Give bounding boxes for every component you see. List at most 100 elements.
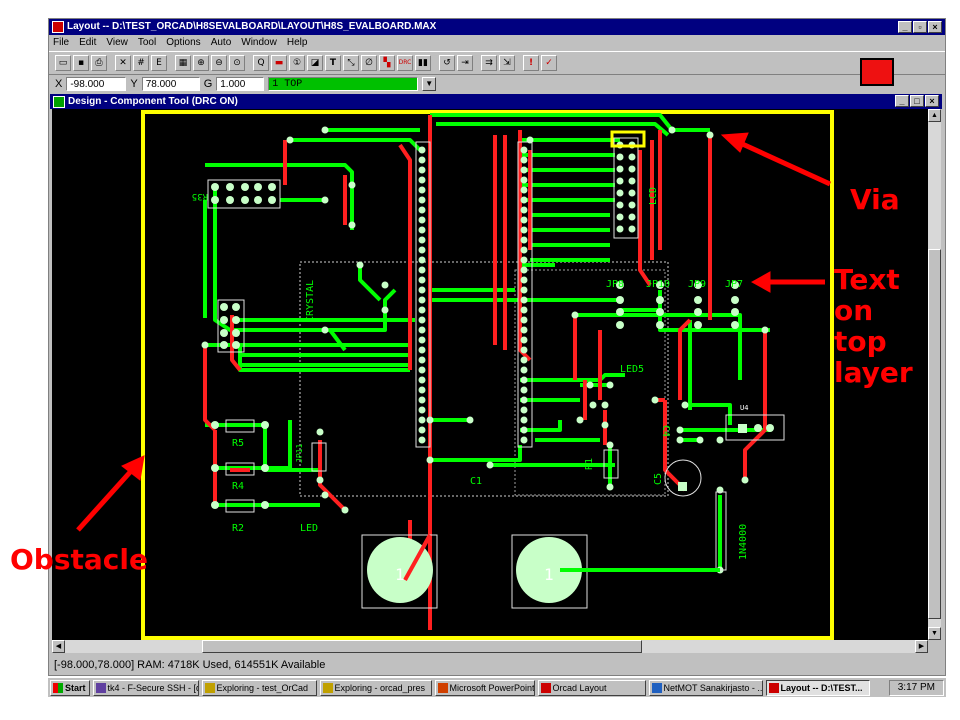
label-jp10: JP10 (646, 279, 670, 290)
scroll-down-icon[interactable]: ▼ (928, 627, 941, 640)
top-layer-traces (203, 113, 772, 572)
reconnect-icon[interactable]: ↺ (439, 55, 455, 71)
layer-select[interactable]: 1 TOP (268, 77, 419, 91)
menu-help[interactable]: Help (287, 35, 308, 51)
annotation-text-on-top-layer: Text on top layer (834, 263, 913, 389)
component-icon[interactable]: ▬ (271, 55, 287, 71)
label-r1: R1 (584, 458, 595, 470)
design-window-title: Design - Component Tool (DRC ON) (68, 96, 238, 107)
batch-icon[interactable]: ▮▮ (415, 55, 431, 71)
obstacle-icon[interactable]: ◪ (307, 55, 323, 71)
open-icon[interactable]: ▭ (55, 55, 71, 71)
minimize-button[interactable]: _ (898, 21, 912, 33)
cleanup-icon[interactable]: ⇉ (481, 55, 497, 71)
edit-icon[interactable]: E (151, 55, 167, 71)
horizontal-scroll-thumb[interactable] (202, 640, 642, 653)
y-label: Y (130, 78, 138, 90)
powerpoint-icon (437, 682, 448, 693)
menu-auto[interactable]: Auto (211, 35, 232, 51)
design-maximize-button[interactable]: □ (910, 95, 924, 107)
pcb-drawing: R35 LCD CRYSTAL JP8 JP10 JP9 JP7 LED5 R5… (141, 110, 834, 640)
drc-icon[interactable]: DRC (397, 55, 413, 71)
taskbar: Start tk4 - F-Secure SSH - [d... Explori… (48, 677, 946, 697)
pad-number-1: 1 (395, 565, 405, 584)
label-r4: R4 (232, 481, 244, 492)
horizontal-scrollbar[interactable]: ◀ ▶ (52, 640, 928, 653)
label-c1: C1 (470, 476, 482, 487)
grid-field[interactable]: 1.000 (216, 77, 265, 91)
label-jp8: JP8 (606, 279, 624, 290)
menu-file[interactable]: File (53, 35, 69, 51)
windows-logo-icon (53, 682, 63, 693)
find-icon[interactable]: # (133, 55, 149, 71)
zoom-out-icon[interactable]: ⊖ (211, 55, 227, 71)
scroll-up-icon[interactable]: ▲ (928, 109, 941, 122)
print-icon[interactable]: ⎙ (91, 55, 107, 71)
task-layout-active[interactable]: Layout -- D:\TEST... (765, 679, 870, 696)
save-icon[interactable]: ▪ (73, 55, 89, 71)
menu-view[interactable]: View (106, 35, 128, 51)
label-led5: LED5 (620, 364, 644, 375)
x-coordinate-field[interactable]: -98.000 (66, 77, 127, 91)
task-explorer-test[interactable]: Exploring - test_OrCad (201, 679, 317, 696)
pad-icon[interactable]: ① (289, 55, 305, 71)
task-netmot[interactable]: NetMOT Sanakirjasto - ... (648, 679, 763, 696)
label-r35: R35 (192, 191, 208, 201)
connection-icon[interactable]: ⤡ (343, 55, 359, 71)
label-jp7: JP7 (725, 279, 743, 290)
pcb-canvas[interactable]: R35 LCD CRYSTAL JP8 JP10 JP9 JP7 LED5 R5… (52, 109, 928, 640)
bottom-layer-traces (203, 115, 767, 630)
close-button[interactable]: × (928, 21, 942, 33)
task-orcad-layout[interactable]: Orcad Layout (537, 679, 646, 696)
scroll-left-icon[interactable]: ◀ (52, 640, 65, 653)
pad-number-2: 1 (544, 565, 554, 584)
menu-tool[interactable]: Tool (138, 35, 156, 51)
query-icon[interactable]: Q (253, 55, 269, 71)
label-r2: R2 (232, 523, 244, 534)
text-icon[interactable]: T (325, 55, 341, 71)
label-c5: C5 (653, 473, 664, 485)
grid-icon[interactable]: ▦ (175, 55, 191, 71)
design-icon (53, 96, 65, 108)
current-color-swatch[interactable] (860, 58, 894, 86)
autoroute-icon[interactable]: ⇥ (457, 55, 473, 71)
design-minimize-button[interactable]: _ (895, 95, 909, 107)
design-close-button[interactable]: × (925, 95, 939, 107)
annotation-obstacle: Obstacle (10, 543, 148, 576)
zoom-all-icon[interactable]: ⊙ (229, 55, 245, 71)
browser-icon (651, 682, 662, 693)
task-explorer-pres[interactable]: Exploring - orcad_pres (319, 679, 432, 696)
design-window-title-bar[interactable]: Design - Component Tool (DRC ON) _ □ × (50, 94, 942, 109)
chevron-down-icon[interactable]: ▼ (422, 77, 437, 91)
start-button[interactable]: Start (50, 679, 90, 696)
label-1n4000: 1N4000 (738, 524, 749, 560)
label-lcd: LCD (648, 187, 659, 205)
cut-icon[interactable]: ✕ (115, 55, 131, 71)
label-u4: U4 (740, 404, 748, 412)
color-icon[interactable]: ▚ (379, 55, 395, 71)
x-label: X (55, 78, 63, 90)
label-jp9: JP9 (688, 279, 706, 290)
menu-options[interactable]: Options (166, 35, 200, 51)
label-c4: C4 (660, 425, 671, 437)
menu-edit[interactable]: Edit (79, 35, 96, 51)
error-icon[interactable]: ∅ (361, 55, 377, 71)
main-toolbar: ▭ ▪ ⎙ ✕ # E ▦ ⊕ ⊖ ⊙ Q ▬ ① ◪ T ⤡ ∅ ▚ DRC … (49, 51, 945, 75)
zoom-in-icon[interactable]: ⊕ (193, 55, 209, 71)
label-r5: R5 (232, 438, 244, 449)
alert-icon[interactable]: ! (523, 55, 539, 71)
folder-icon (204, 682, 215, 693)
y-coordinate-field[interactable]: 78.000 (141, 77, 200, 91)
menu-window[interactable]: Window (241, 35, 277, 51)
app-title-bar[interactable]: Layout -- D:\TEST_ORCAD\H8SEVALBOARD\LAY… (49, 19, 945, 35)
scroll-right-icon[interactable]: ▶ (915, 640, 928, 653)
app-title: Layout -- D:\TEST_ORCAD\H8SEVALBOARD\LAY… (67, 21, 437, 32)
restore-button[interactable]: ▫ (913, 21, 927, 33)
check-icon[interactable]: ✓ (541, 55, 557, 71)
orcad-icon (540, 682, 551, 693)
online-drc-icon[interactable]: ⇲ (499, 55, 515, 71)
task-ssh[interactable]: tk4 - F-Secure SSH - [d... (92, 679, 199, 696)
label-led: LED (300, 523, 318, 534)
folder-icon (322, 682, 333, 693)
task-powerpoint[interactable]: Microsoft PowerPoint - ... (434, 679, 535, 696)
